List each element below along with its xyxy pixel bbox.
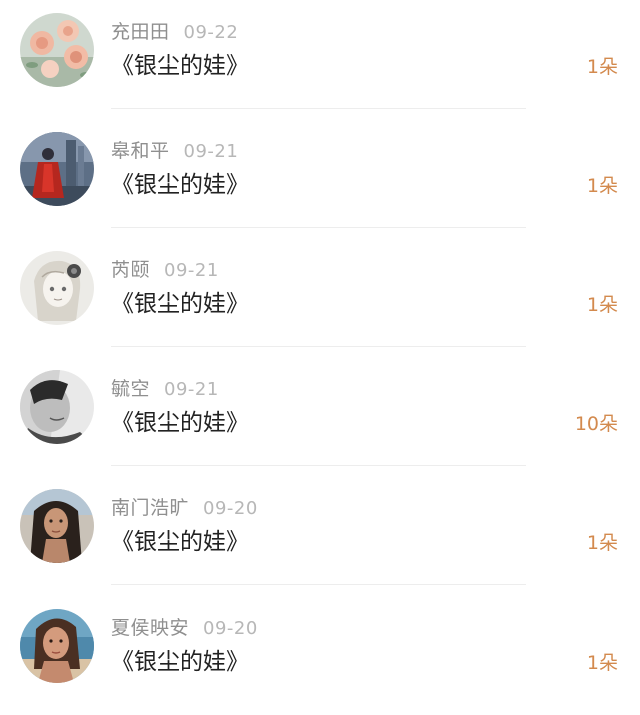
anime-girl-sketch-avatar-icon[interactable] [20, 251, 94, 325]
date: 09-20 [203, 498, 258, 519]
list-item[interactable]: 充田田 09-22 《银尘的娃》 1朵 [0, 0, 640, 119]
flower-count: 10朵 [574, 413, 618, 435]
date: 09-21 [183, 141, 239, 162]
divider [111, 584, 526, 585]
divider [111, 465, 526, 466]
flower-count: 1朵 [586, 175, 618, 197]
book-title[interactable]: 《银尘的娃》 [111, 527, 249, 557]
item-meta: 芮颐 09-21 [111, 256, 219, 284]
book-title[interactable]: 《银尘的娃》 [111, 408, 249, 438]
flower-count: 1朵 [586, 294, 618, 316]
list-item[interactable]: 南门浩旷 09-20 《银尘的娃》 1朵 [0, 476, 640, 595]
username[interactable]: 皋和平 [111, 140, 170, 162]
flower-count: 1朵 [586, 532, 618, 554]
list-item[interactable]: 皋和平 09-21 《银尘的娃》 1朵 [0, 119, 640, 238]
list-item[interactable]: 芮颐 09-21 《银尘的娃》 1朵 [0, 238, 640, 357]
date: 09-22 [183, 22, 239, 43]
divider [111, 108, 526, 109]
list-item[interactable]: 夏侯映安 09-20 《银尘的娃》 1朵 [0, 596, 640, 715]
date: 09-21 [164, 379, 219, 400]
item-meta: 充田田 09-22 [111, 18, 238, 46]
dark-hair-woman-avatar-icon[interactable] [20, 489, 94, 563]
item-meta: 夏侯映安 09-20 [111, 614, 258, 642]
book-title[interactable]: 《银尘的娃》 [111, 170, 249, 200]
date: 09-20 [203, 618, 258, 639]
book-title[interactable]: 《银尘的娃》 [111, 647, 249, 677]
beach-woman-avatar-icon[interactable] [20, 609, 94, 683]
username[interactable]: 芮颐 [111, 259, 150, 281]
peach-roses-avatar-icon[interactable] [20, 13, 94, 87]
flower-count: 1朵 [586, 56, 618, 78]
item-meta: 皋和平 09-21 [111, 137, 238, 165]
username[interactable]: 南门浩旷 [111, 497, 189, 519]
username[interactable]: 充田田 [111, 21, 170, 43]
red-robed-figure-avatar-icon[interactable] [20, 132, 94, 206]
flower-count: 1朵 [586, 652, 618, 674]
divider [111, 227, 526, 228]
date: 09-21 [164, 260, 219, 281]
grayscale-face-avatar-icon[interactable] [20, 370, 94, 444]
book-title[interactable]: 《银尘的娃》 [111, 51, 249, 81]
username[interactable]: 夏侯映安 [111, 617, 189, 639]
flower-gift-list: 充田田 09-22 《银尘的娃》 1朵 皋和平 09-21 《银尘的娃》 1朵 [0, 0, 640, 712]
item-meta: 南门浩旷 09-20 [111, 494, 258, 522]
book-title[interactable]: 《银尘的娃》 [111, 289, 249, 319]
item-meta: 毓空 09-21 [111, 375, 219, 403]
divider [111, 346, 526, 347]
list-item[interactable]: 毓空 09-21 《银尘的娃》 10朵 [0, 357, 640, 476]
username[interactable]: 毓空 [111, 378, 150, 400]
